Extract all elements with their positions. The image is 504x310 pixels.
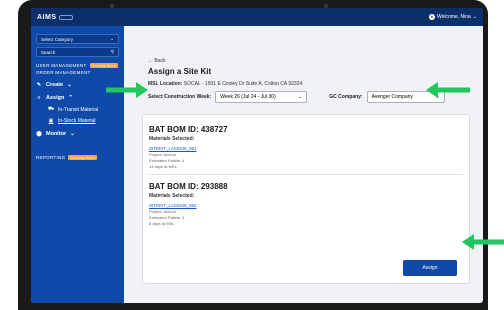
materials-label: Materials Selected: xyxy=(149,136,195,142)
chevron-down-icon: ⌄ xyxy=(110,36,114,41)
sidebar-order-management: ORDER MANAGEMENT xyxy=(36,70,119,75)
sidebar: Select Category ⌄ Search ⚲ USER MANAGEME… xyxy=(31,26,124,303)
sidebar-reporting[interactable]: REPORTING Coming Soon xyxy=(36,155,119,160)
category-select-label: Select Category xyxy=(41,36,74,42)
bom-item: BAT BOM ID: 293888 Materials Selected: S… xyxy=(149,182,463,226)
msl-label: MSL Location: xyxy=(148,81,183,87)
list-icon: ≡ xyxy=(37,95,41,101)
sidebar-item-label: In-Stock Material xyxy=(58,118,96,124)
sitekit-link[interactable]: SITEKIT_LA02346_352 xyxy=(149,203,463,208)
category-select[interactable]: Select Category ⌄ xyxy=(36,34,119,44)
laptop-frame: AIMS ● Welcome, Nina ⌄ Select Category ⌄… xyxy=(18,0,488,310)
gc-value: Avenger Company xyxy=(371,94,413,100)
bom-item: BAT BOM ID: 438727 Materials Selected: S… xyxy=(149,125,463,169)
project-text: Project: Anchor xyxy=(149,208,177,214)
top-bar: AIMS ● Welcome, Nina ⌄ xyxy=(31,8,483,26)
week-value: Week 26 (Jul 24 - Jul 30) xyxy=(220,94,276,100)
back-link[interactable]: ← Back xyxy=(148,58,166,64)
bom-card: BAT BOM ID: 438727 Materials Selected: S… xyxy=(142,114,470,284)
assign-button[interactable]: Assign xyxy=(403,260,457,276)
sidebar-user-management: USER MANAGEMENT Coming Soon xyxy=(36,63,119,68)
divider xyxy=(149,174,463,175)
back-label: Back xyxy=(154,58,166,64)
chevron-down-icon: ⌄ xyxy=(67,82,72,88)
annotation-arrow-left xyxy=(462,234,504,250)
arrow-left-icon: ← xyxy=(148,58,153,64)
days-text: 14 days at MSL xyxy=(149,164,177,169)
main-content: ← Back Assign a Site Kit MSL Location: S… xyxy=(124,26,483,303)
chevron-up-icon: ⌃ xyxy=(68,95,73,101)
sidebar-item-monitor[interactable]: ⬤ Monitor ⌄ xyxy=(36,131,119,137)
section-label: REPORTING xyxy=(36,155,66,160)
days-text: 8 days at MSL xyxy=(149,220,175,226)
sidebar-item-label: Assign xyxy=(46,95,65,101)
sidebar-item-label: Create xyxy=(46,82,64,88)
pencil-icon: ✎ xyxy=(36,82,42,88)
search-placeholder: Search xyxy=(41,49,56,55)
msl-value: SOCAL - 1501 E Cooley Dr Suite A, Colton… xyxy=(183,81,303,87)
coming-soon-badge: Coming Soon xyxy=(68,155,97,160)
sidebar-item-in-stock[interactable]: ▣ In-Stock Material xyxy=(36,118,119,124)
chevron-down-icon: ⌄ xyxy=(298,94,303,100)
msl-location: MSL Location: SOCAL - 1501 E Cooley Dr S… xyxy=(148,81,302,87)
week-select[interactable]: Week 26 (Jul 24 - Jul 30) ⌄ xyxy=(215,91,308,103)
week-label: Select Construction Week: xyxy=(148,94,212,100)
filter-row: Select Construction Week: Week 26 (Jul 2… xyxy=(148,91,445,103)
pallets-text: Estimated Pallets: 3 xyxy=(149,214,185,220)
search-input[interactable]: Search ⚲ xyxy=(36,47,119,57)
bom-title: BAT BOM ID: 438727 xyxy=(149,125,228,134)
sidebar-item-label: In-Transit Material xyxy=(58,106,99,113)
sitekit-link[interactable]: SITEKIT_LA02346_351 xyxy=(149,146,463,151)
coming-soon-badge: Coming Soon xyxy=(89,63,119,68)
annotation-arrow-left xyxy=(426,82,470,98)
annotation-arrow-right xyxy=(106,82,148,98)
page-title: Assign a Site Kit xyxy=(148,67,212,76)
bom-title: BAT BOM ID: 293888 xyxy=(149,181,228,191)
sidebar-item-in-transit[interactable]: ⛟ In-Transit Material xyxy=(36,106,119,113)
user-icon: ● xyxy=(428,14,435,20)
app-screen: AIMS ● Welcome, Nina ⌄ Select Category ⌄… xyxy=(31,8,483,303)
section-label: ORDER MANAGEMENT xyxy=(36,70,91,75)
app-logo: AIMS xyxy=(37,13,57,21)
section-label: USER MANAGEMENT xyxy=(36,63,87,68)
truck-icon: ⛟ xyxy=(48,106,55,112)
sidebar-item-label: Monitor xyxy=(46,131,67,137)
pallets-text: Estimated Pallets: 4 xyxy=(149,158,185,163)
chevron-down-icon: ⌄ xyxy=(472,14,477,20)
materials-label: Materials Selected: xyxy=(149,192,195,199)
location-pin-icon: ⬤ xyxy=(36,131,42,137)
box-icon: ▣ xyxy=(48,118,54,124)
project-text: Project: Anchor xyxy=(149,152,177,157)
logo-badge xyxy=(58,14,73,20)
gc-label: GC Company: xyxy=(329,94,363,100)
chevron-down-icon: ⌄ xyxy=(70,131,75,137)
user-menu[interactable]: ● Welcome, Nina ⌄ xyxy=(428,14,477,20)
welcome-text: Welcome, Nina xyxy=(436,14,471,20)
search-icon: ⚲ xyxy=(110,49,114,54)
